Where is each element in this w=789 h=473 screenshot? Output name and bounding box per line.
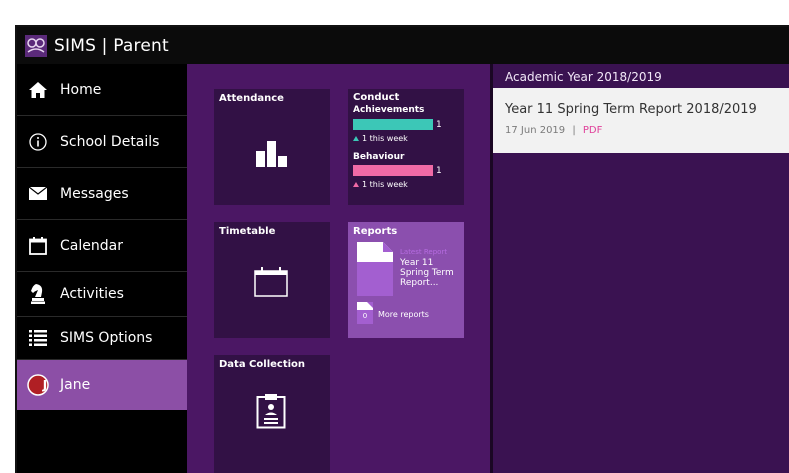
report-date: 17 Jun 2019 — [505, 125, 566, 136]
sidebar-item-label: Activities — [60, 286, 124, 302]
avatar-initial: J — [42, 378, 48, 392]
tile-title: Attendance — [219, 93, 284, 104]
sidebar-item-label: Calendar — [60, 237, 123, 254]
top-bar: SIMS | Parent — [17, 27, 789, 64]
clipboard-icon — [256, 393, 286, 433]
report-card[interactable]: Year 11 Spring Term Report 2018/2019 17 … — [493, 88, 789, 153]
sidebar-item-school-details[interactable]: School Details — [17, 116, 187, 168]
up-arrow-icon — [353, 136, 359, 141]
more-reports-link[interactable]: More reports — [378, 310, 429, 319]
envelope-icon — [27, 183, 49, 205]
data-collection-tile[interactable]: Data Collection — [214, 355, 330, 473]
achievements-count: 1 — [436, 119, 442, 130]
report-meta: 17 Jun 2019 | PDF — [505, 125, 602, 136]
calendar-icon — [254, 267, 288, 301]
sidebar-item-home[interactable]: Home — [17, 64, 187, 116]
achievements-week: 1 this week — [353, 134, 408, 143]
info-icon — [27, 131, 49, 153]
conduct-tile[interactable]: Conduct Achievements 1 1 this week Behav… — [348, 89, 464, 205]
home-icon — [27, 79, 49, 101]
sidebar-item-label: Messages — [60, 185, 129, 202]
behaviour-bar-row: 1 — [353, 165, 442, 176]
sidebar-item-label: Home — [60, 81, 102, 98]
sidebar-item-label: Jane — [60, 377, 91, 393]
timetable-tile[interactable]: Timetable — [214, 222, 330, 338]
list-icon — [27, 327, 49, 349]
reports-panel: Academic Year 2018/2019 Year 11 Spring T… — [490, 64, 789, 473]
sidebar-item-messages[interactable]: Messages — [17, 168, 187, 220]
achievements-bar — [353, 119, 433, 130]
latest-report-name: Year 11 Spring Term Report... — [400, 258, 454, 288]
separator: | — [572, 125, 576, 136]
academic-year-label: Academic Year 2018/2019 — [505, 70, 662, 84]
up-arrow-icon — [353, 182, 359, 187]
sidebar-item-activities[interactable]: Activities — [17, 272, 187, 317]
sidebar-item-calendar[interactable]: Calendar — [17, 220, 187, 272]
behaviour-week-label: 1 this week — [362, 180, 408, 189]
sidebar: Home School Details Messages Calendar Ac… — [17, 64, 187, 473]
small-document-icon: 0 — [357, 302, 373, 324]
tile-title: Data Collection — [219, 359, 306, 370]
behaviour-bar — [353, 165, 433, 176]
app-window: SIMS | Parent Home School Details Messag… — [15, 25, 789, 473]
document-icon — [357, 242, 393, 300]
calendar-icon — [27, 235, 49, 257]
attendance-tile[interactable]: Attendance — [214, 89, 330, 205]
sims-logo-icon — [25, 34, 47, 57]
chess-piece-icon — [27, 283, 49, 305]
more-reports-count: 0 — [362, 312, 368, 320]
reports-tile[interactable]: Reports Latest Report Year 11 Spring Ter… — [348, 222, 464, 338]
behaviour-label: Behaviour — [353, 152, 405, 162]
achievements-week-label: 1 this week — [362, 134, 408, 143]
sidebar-item-label: SIMS Options — [60, 330, 153, 346]
tile-title: Conduct — [353, 92, 400, 103]
achievements-bar-row: 1 — [353, 119, 442, 130]
latest-report-label: Latest Report — [400, 248, 448, 256]
pdf-link[interactable]: PDF — [583, 125, 602, 136]
tile-title: Timetable — [219, 226, 276, 237]
tile-title: Reports — [353, 226, 398, 237]
sidebar-item-jane[interactable]: J Jane — [17, 360, 187, 410]
behaviour-week: 1 this week — [353, 180, 408, 189]
behaviour-count: 1 — [436, 165, 442, 176]
report-title: Year 11 Spring Term Report 2018/2019 — [505, 102, 757, 117]
app-title: SIMS | Parent — [54, 35, 169, 56]
sidebar-item-sims-options[interactable]: SIMS Options — [17, 317, 187, 360]
tiles-area: Attendance Conduct Achievements 1 1 this… — [187, 64, 490, 473]
achievements-label: Achievements — [353, 105, 425, 115]
sidebar-item-label: School Details — [60, 133, 160, 150]
bar-chart-icon — [256, 141, 288, 171]
